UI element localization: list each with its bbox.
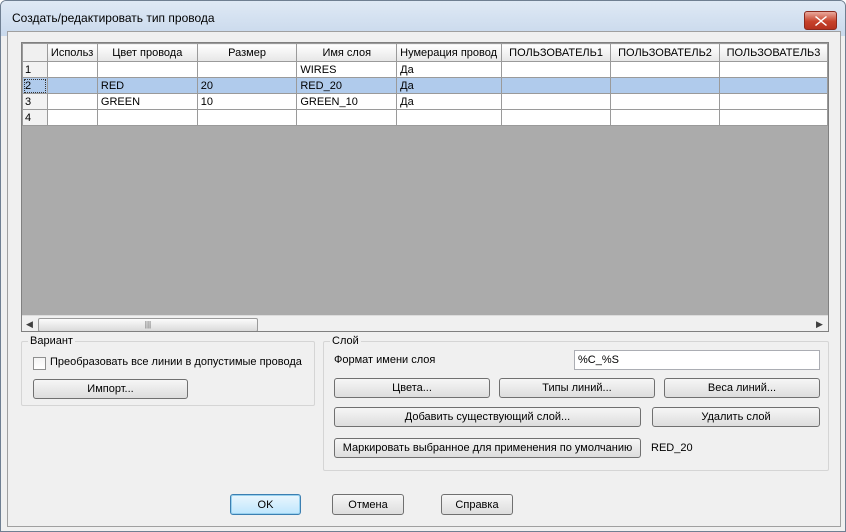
scroll-left-icon[interactable]: ◀: [26, 319, 33, 330]
column-header-wire-numbering[interactable]: Нумерация провод: [396, 43, 503, 62]
cell-wire-numbering[interactable]: Да: [396, 77, 503, 94]
grid-header-row: Использ Цвет провода Размер Имя слоя Нум…: [22, 43, 828, 62]
cell-user2[interactable]: [610, 77, 720, 94]
cell-user1[interactable]: [501, 77, 612, 94]
dialog-title: Создать/редактировать тип провода: [12, 11, 215, 25]
cell-user3[interactable]: [718, 109, 828, 126]
cell-size[interactable]: 20: [196, 77, 298, 94]
ok-button[interactable]: OK: [230, 494, 301, 515]
cell-layer-name[interactable]: WIRES: [296, 61, 398, 78]
cell-user2[interactable]: [610, 93, 720, 110]
cell-user2[interactable]: [610, 109, 720, 126]
horizontal-scrollbar[interactable]: ◀ ||| ▶: [22, 315, 828, 331]
layer-group-title: Слой: [332, 335, 359, 347]
scroll-right-icon[interactable]: ▶: [816, 319, 823, 330]
cell-wire-color[interactable]: RED: [96, 77, 198, 94]
scrollbar-thumb[interactable]: |||: [38, 318, 258, 331]
cell-wire-color[interactable]: [96, 61, 198, 78]
column-header-user3[interactable]: ПОЛЬЗОВАТЕЛЬ3: [718, 43, 828, 62]
cell-size[interactable]: [196, 61, 298, 78]
add-existing-layer-button[interactable]: Добавить существующий слой...: [334, 407, 641, 427]
wire-types-grid[interactable]: Использ Цвет провода Размер Имя слоя Нум…: [21, 42, 829, 332]
convert-lines-label: Преобразовать все линии в допустимые про…: [50, 356, 302, 368]
mark-default-button[interactable]: Маркировать выбранное для применения по …: [334, 438, 641, 458]
cell-size[interactable]: 10: [196, 93, 298, 110]
column-header-wire-color[interactable]: Цвет провода: [96, 43, 198, 62]
layer-name-format-input[interactable]: %C_%S: [574, 350, 820, 370]
cell-user1[interactable]: [501, 61, 612, 78]
row-number[interactable]: 1: [22, 61, 48, 78]
cell-user3[interactable]: [718, 77, 828, 94]
cell-user3[interactable]: [718, 61, 828, 78]
column-header-user2[interactable]: ПОЛЬЗОВАТЕЛЬ2: [610, 43, 720, 62]
cell-layer-name[interactable]: [296, 109, 398, 126]
column-header-use[interactable]: Использ: [46, 43, 98, 62]
cell-wire-numbering[interactable]: [396, 109, 503, 126]
cell-wire-numbering[interactable]: Да: [396, 61, 503, 78]
cell-size[interactable]: [196, 109, 298, 126]
cell-layer-name[interactable]: GREEN_10: [296, 93, 398, 110]
lineweights-button[interactable]: Веса линий...: [664, 378, 820, 398]
row-number[interactable]: 2: [22, 77, 48, 94]
cell-user1[interactable]: [501, 93, 612, 110]
cell-use[interactable]: [46, 93, 98, 110]
layer-name-format-label: Формат имени слоя: [334, 354, 436, 366]
convert-lines-checkbox[interactable]: [33, 357, 46, 370]
row-number[interactable]: 4: [22, 109, 48, 126]
help-button[interactable]: Справка: [441, 494, 513, 515]
cell-use[interactable]: [46, 109, 98, 126]
default-layer-value: RED_20: [651, 442, 693, 454]
dialog-window: Создать/редактировать тип провода Исполь…: [0, 0, 846, 532]
column-header-user1[interactable]: ПОЛЬЗОВАТЕЛЬ1: [501, 43, 612, 62]
cell-wire-numbering[interactable]: Да: [396, 93, 503, 110]
close-button[interactable]: [804, 11, 837, 30]
variant-group-title: Вариант: [30, 335, 73, 347]
cell-use[interactable]: [46, 77, 98, 94]
row-number[interactable]: 3: [22, 93, 48, 110]
table-row[interactable]: 1 WIRES Да: [22, 61, 828, 78]
delete-layer-button[interactable]: Удалить слой: [652, 407, 820, 427]
close-icon: [814, 15, 827, 26]
grid-corner[interactable]: [22, 43, 48, 62]
import-button[interactable]: Импорт...: [33, 379, 188, 399]
column-header-size[interactable]: Размер: [196, 43, 298, 62]
dialog-body: Использ Цвет провода Размер Имя слоя Нум…: [7, 31, 841, 527]
linetypes-button[interactable]: Типы линий...: [499, 378, 655, 398]
cell-user1[interactable]: [501, 109, 612, 126]
cell-layer-name[interactable]: RED_20: [296, 77, 398, 94]
cell-use[interactable]: [46, 61, 98, 78]
cell-user3[interactable]: [718, 93, 828, 110]
cell-user2[interactable]: [610, 61, 720, 78]
table-row[interactable]: 4: [22, 109, 828, 126]
column-header-layer-name[interactable]: Имя слоя: [296, 43, 398, 62]
table-row[interactable]: 2 RED 20 RED_20 Да: [22, 77, 828, 94]
cell-wire-color[interactable]: [96, 109, 198, 126]
cell-wire-color[interactable]: GREEN: [96, 93, 198, 110]
colors-button[interactable]: Цвета...: [334, 378, 490, 398]
cancel-button[interactable]: Отмена: [332, 494, 404, 515]
table-row[interactable]: 3 GREEN 10 GREEN_10 Да: [22, 93, 828, 110]
